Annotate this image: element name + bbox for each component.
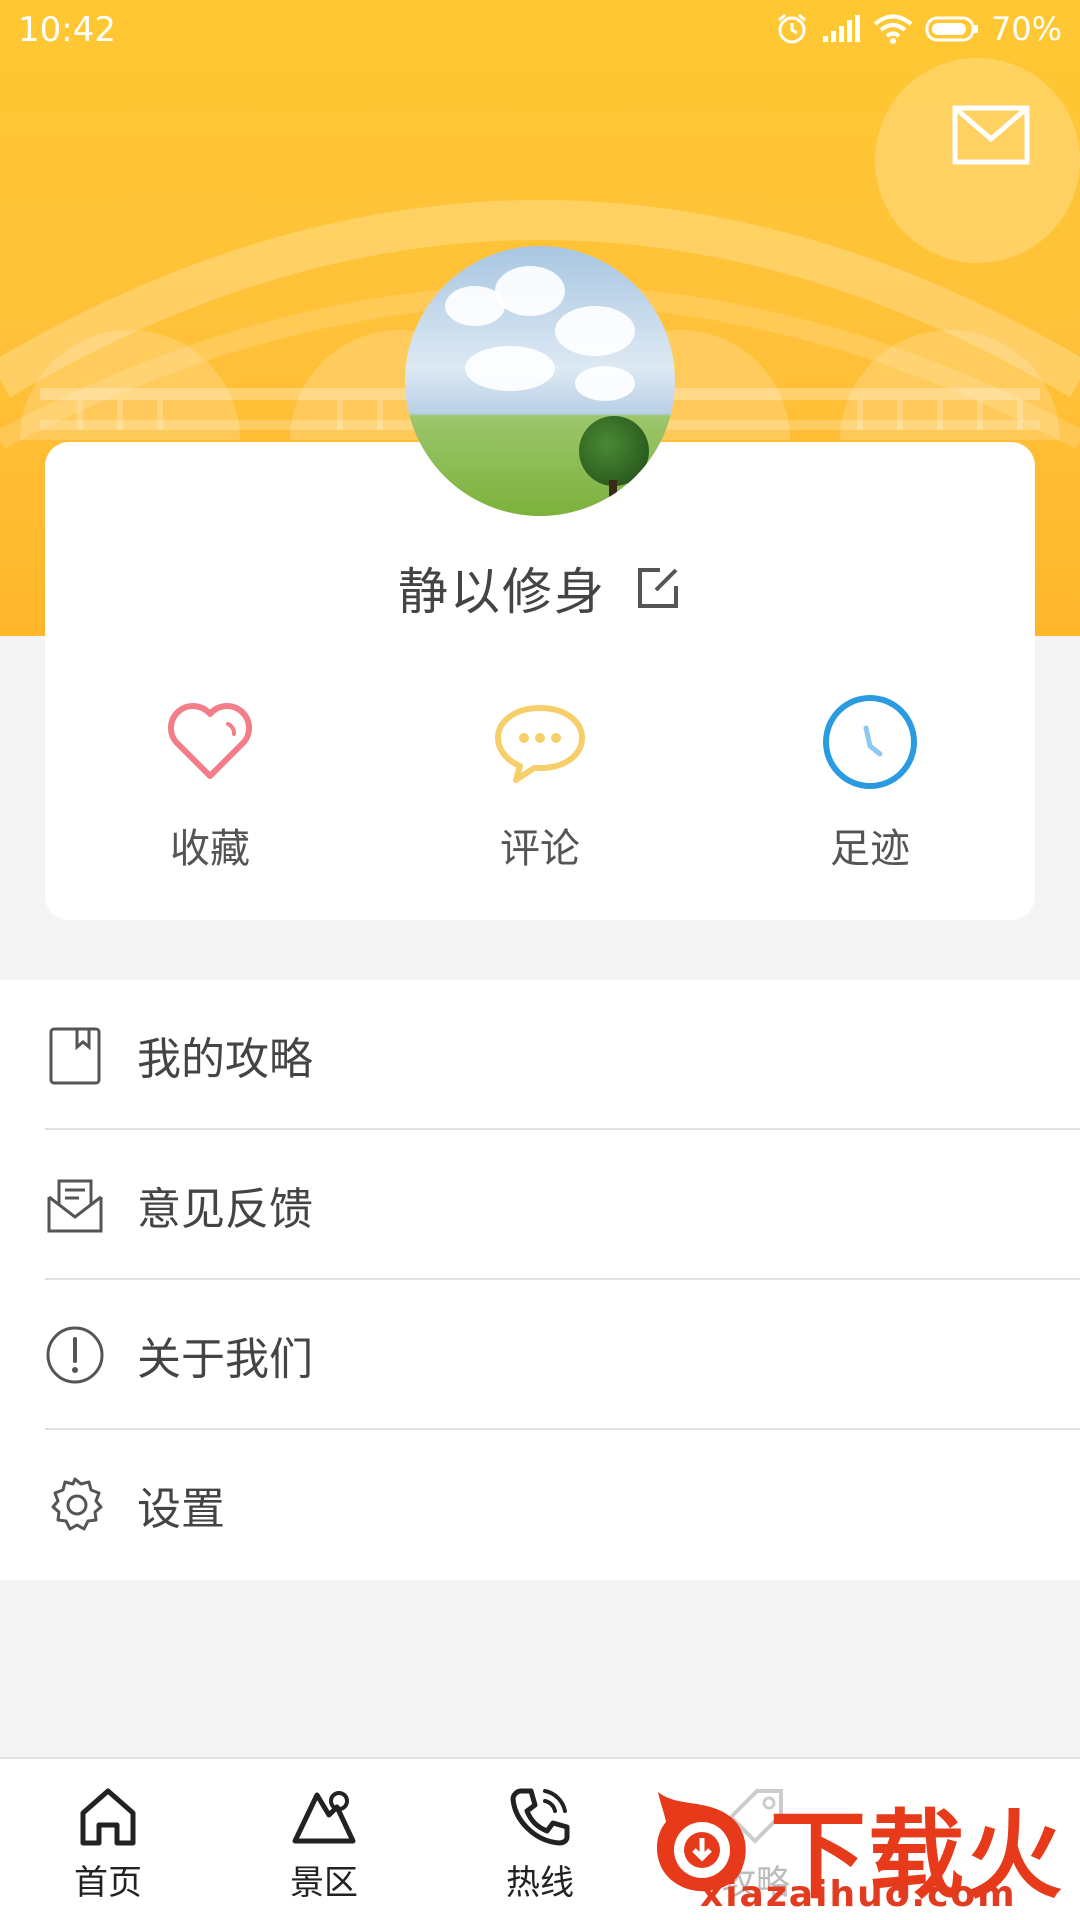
comment-icon xyxy=(495,705,585,783)
stat-label-favorites: 收藏 xyxy=(170,826,250,872)
battery-icon xyxy=(925,16,978,42)
status-icons: 70% xyxy=(775,10,1062,48)
menu-item-settings[interactable]: 设置 xyxy=(0,1430,1080,1580)
signal-icon xyxy=(822,15,860,42)
battery-percent: 70% xyxy=(990,10,1062,48)
tab-scenic[interactable]: 景区 xyxy=(254,1781,394,1904)
alarm-icon xyxy=(777,13,806,44)
tab-label-home: 首页 xyxy=(74,1863,142,1903)
feedback-mail-icon xyxy=(47,1179,103,1233)
avatar[interactable] xyxy=(405,246,675,516)
mountain-icon xyxy=(292,1791,356,1844)
watermark-url: xiazaihuo.com xyxy=(700,1874,1017,1915)
tab-label-scenic: 景区 xyxy=(290,1863,358,1903)
gear-icon xyxy=(51,1477,103,1531)
status-bar: 10:42 70% xyxy=(0,0,1080,60)
home-icon xyxy=(80,1788,136,1846)
menu-item-about[interactable]: 关于我们 xyxy=(0,1280,1080,1430)
stat-comments[interactable]: 评论 xyxy=(440,692,640,874)
menu-label-my-guides: 我的攻略 xyxy=(137,1034,313,1085)
stat-label-comments: 评论 xyxy=(500,826,580,872)
menu-item-feedback[interactable]: 意见反馈 xyxy=(0,1130,1080,1280)
edit-icon[interactable] xyxy=(634,564,682,612)
stats-row: 收藏 评论 足迹 xyxy=(45,692,1035,892)
menu-item-my-guides[interactable]: 我的攻略 xyxy=(0,980,1080,1130)
mail-icon[interactable] xyxy=(952,105,1030,165)
clock-icon xyxy=(823,695,917,789)
stat-history[interactable]: 足迹 xyxy=(770,692,970,874)
phone-icon xyxy=(510,1788,570,1846)
menu-list: 我的攻略 意见反馈 关于我们 设置 xyxy=(0,980,1080,1580)
watermark: 下载火 xiazaihuo.com xyxy=(640,1770,1080,1920)
username-row: 静以修身 xyxy=(45,552,1035,624)
stat-label-history: 足迹 xyxy=(830,826,910,872)
tab-hotline[interactable]: 热线 xyxy=(470,1781,610,1904)
menu-label-feedback: 意见反馈 xyxy=(137,1184,313,1235)
info-icon xyxy=(46,1326,104,1384)
status-time: 10:42 xyxy=(18,10,116,50)
menu-label-settings: 设置 xyxy=(137,1484,225,1535)
wifi-icon xyxy=(873,14,913,44)
tab-label-hotline: 热线 xyxy=(506,1863,574,1903)
tab-home[interactable]: 首页 xyxy=(38,1781,178,1904)
menu-label-about: 关于我们 xyxy=(137,1334,313,1385)
username[interactable]: 静以修身 xyxy=(398,552,606,624)
guide-book-icon xyxy=(49,1027,101,1085)
heart-icon xyxy=(167,702,253,779)
stat-favorites[interactable]: 收藏 xyxy=(110,692,310,874)
